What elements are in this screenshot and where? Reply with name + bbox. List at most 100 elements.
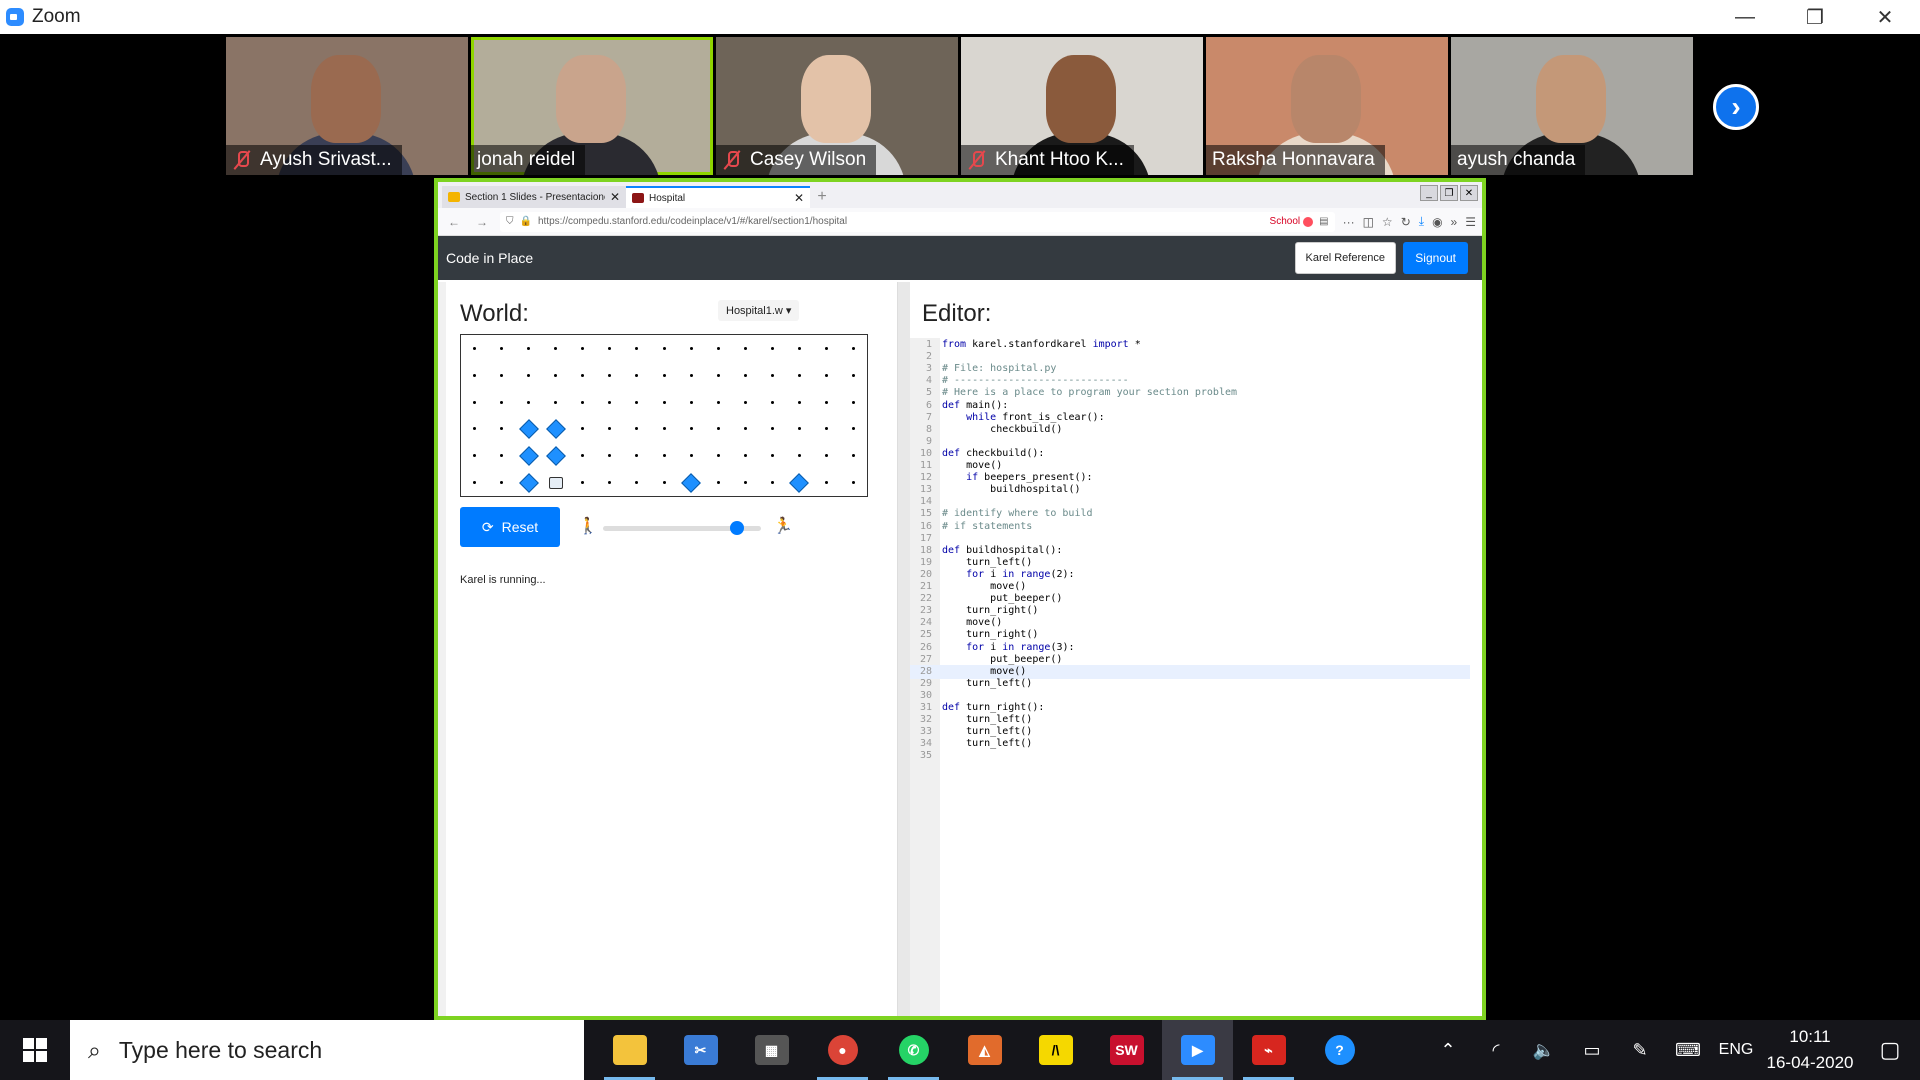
store-app[interactable]: ▦: [736, 1020, 807, 1080]
code-text: turn_right(): [966, 629, 1039, 641]
grid-corner-dot: [608, 427, 612, 431]
grid-corner-dot: [635, 400, 639, 404]
world-select-dropdown[interactable]: Hospital1.w ▾: [718, 300, 800, 321]
forward-icon[interactable]: →: [472, 215, 492, 229]
reset-label: Reset: [501, 519, 539, 535]
more-icon[interactable]: ···: [1343, 215, 1355, 229]
archicad-app[interactable]: /\: [1020, 1020, 1091, 1080]
video-face: [1046, 55, 1116, 143]
browser-restore-icon[interactable]: ❐: [1440, 185, 1458, 201]
solidworks-app[interactable]: SW: [1091, 1020, 1162, 1080]
close-tab-icon[interactable]: ✕: [794, 191, 804, 205]
new-tab-button[interactable]: +: [810, 186, 834, 208]
taskbar-search[interactable]: ⌕ Type here to search: [70, 1020, 584, 1080]
file-explorer-app[interactable]: [594, 1020, 665, 1080]
code-text: def checkbuild():: [942, 447, 1045, 459]
pane-divider[interactable]: [898, 282, 910, 1016]
clock[interactable]: 10:11 16-04-2020: [1760, 1024, 1860, 1076]
wifi-icon[interactable]: ◜: [1472, 1040, 1520, 1061]
code-text: checkbuild(): [990, 423, 1063, 435]
reset-button[interactable]: ⟳ Reset: [460, 507, 560, 547]
world-scrollbar[interactable]: [438, 282, 446, 1016]
world-select-value: Hospital1.w: [726, 305, 783, 317]
beeper: [545, 445, 566, 466]
participant-tile[interactable]: Khant Htoo K...: [961, 37, 1203, 175]
code-text: turn_left(): [966, 738, 1033, 750]
beeper: [518, 445, 539, 466]
acrobat-app[interactable]: ⌁: [1233, 1020, 1304, 1080]
grid-corner-dot: [662, 427, 666, 431]
code-editor[interactable]: 1 from karel.stanfordkarel import * 2 3 # Fi…: [910, 338, 1470, 1016]
editor-pane: Editor: 1 from karel.stanfordkarel import…: [910, 282, 1482, 1016]
address-bar[interactable]: ⛉ 🔒 https://compedu.stanford.edu/codeinp…: [500, 211, 1335, 232]
grid-corner-dot: [797, 427, 801, 431]
chrome-app[interactable]: ●: [807, 1020, 878, 1080]
browser-close-icon[interactable]: ✕: [1460, 185, 1478, 201]
windows-taskbar: ⌕ Type here to search ✂ ▦ ● ✆ ◭ /\ SW ▶ …: [0, 1020, 1920, 1080]
browser-minimize-icon[interactable]: _: [1420, 185, 1438, 201]
snipping-app[interactable]: ✂: [665, 1020, 736, 1080]
matlab-app[interactable]: ◭: [949, 1020, 1020, 1080]
pocket-icon[interactable]: ◫: [1363, 215, 1374, 229]
participant-tile[interactable]: Casey Wilson: [716, 37, 958, 175]
video-face: [1536, 55, 1606, 143]
grid-corner-dot: [824, 481, 828, 485]
grid-corner-dot: [608, 346, 612, 350]
notifications-icon[interactable]: ▢: [1860, 1037, 1920, 1063]
tab-hospital[interactable]: Hospital ✕: [626, 186, 810, 208]
download-icon[interactable]: ⤓: [1419, 214, 1424, 229]
close-button[interactable]: ✕: [1850, 0, 1920, 34]
code-line[interactable]: 35: [910, 749, 1470, 764]
school-dot-icon: [1303, 216, 1314, 227]
zoom-app[interactable]: ▶: [1162, 1020, 1233, 1080]
help-app[interactable]: ?: [1304, 1020, 1375, 1080]
reader-view-icon[interactable]: ▤: [1319, 216, 1328, 227]
grid-corner-dot: [797, 373, 801, 377]
language-indicator[interactable]: ENG: [1712, 1041, 1760, 1059]
keyboard-icon[interactable]: ⌨: [1664, 1040, 1712, 1061]
show-hidden-icons-icon[interactable]: ⌃: [1424, 1040, 1472, 1061]
account-icon[interactable]: ◉: [1432, 215, 1442, 229]
close-tab-icon[interactable]: ✕: [610, 190, 620, 204]
grid-corner-dot: [824, 400, 828, 404]
menu-icon[interactable]: ☰: [1465, 215, 1476, 229]
grid-corner-dot: [743, 400, 747, 404]
speed-slider-thumb[interactable]: [730, 521, 745, 535]
restore-button[interactable]: ❐: [1780, 0, 1850, 34]
video-face: [556, 55, 626, 143]
grid-corner-dot: [716, 400, 720, 404]
grid-corner-dot: [716, 454, 720, 458]
grid-corner-dot: [581, 481, 585, 485]
code-text: # -----------------------------: [942, 375, 1129, 387]
grid-corner-dot: [716, 373, 720, 377]
world-heading: World:: [460, 300, 529, 327]
browser-window-controls: _ ❐ ✕: [1420, 185, 1478, 201]
minimize-button[interactable]: —: [1710, 0, 1780, 34]
karel-reference-button[interactable]: Karel Reference: [1294, 242, 1396, 274]
overflow-icon[interactable]: »: [1451, 215, 1458, 229]
tab-slides[interactable]: Section 1 Slides - Presentacione ✕: [442, 186, 626, 208]
volume-icon[interactable]: 🔈: [1520, 1040, 1568, 1061]
grid-corner-dot: [635, 481, 639, 485]
start-button[interactable]: [0, 1020, 70, 1080]
code-text: # File: hospital.py: [942, 363, 1057, 375]
reload-icon[interactable]: ↻: [1401, 215, 1411, 229]
participant-tile[interactable]: Ayush Srivast...: [226, 37, 468, 175]
next-page-button[interactable]: ›: [1713, 84, 1759, 130]
whatsapp-app[interactable]: ✆: [878, 1020, 949, 1080]
pen-icon[interactable]: ✎: [1616, 1040, 1664, 1061]
battery-icon[interactable]: ▭: [1568, 1040, 1616, 1061]
participant-tile[interactable]: Raksha Honnavara: [1206, 37, 1448, 175]
participant-tile[interactable]: ayush chanda: [1451, 37, 1693, 175]
back-icon[interactable]: ←: [444, 215, 464, 229]
signout-button[interactable]: Signout: [1403, 242, 1468, 274]
participant-tile-speaking[interactable]: jonah reidel: [471, 37, 713, 175]
grid-corner-dot: [743, 481, 747, 485]
code-text: from karel.stanfordkarel import *: [942, 339, 1141, 350]
school-badge: School: [1270, 216, 1314, 227]
code-text: move(): [966, 460, 1003, 471]
grid-corner-dot: [689, 454, 693, 458]
grid-corner-dot: [716, 481, 720, 485]
bookmark-star-icon[interactable]: ☆: [1382, 215, 1393, 229]
tab-label: Section 1 Slides - Presentacione: [465, 191, 605, 203]
